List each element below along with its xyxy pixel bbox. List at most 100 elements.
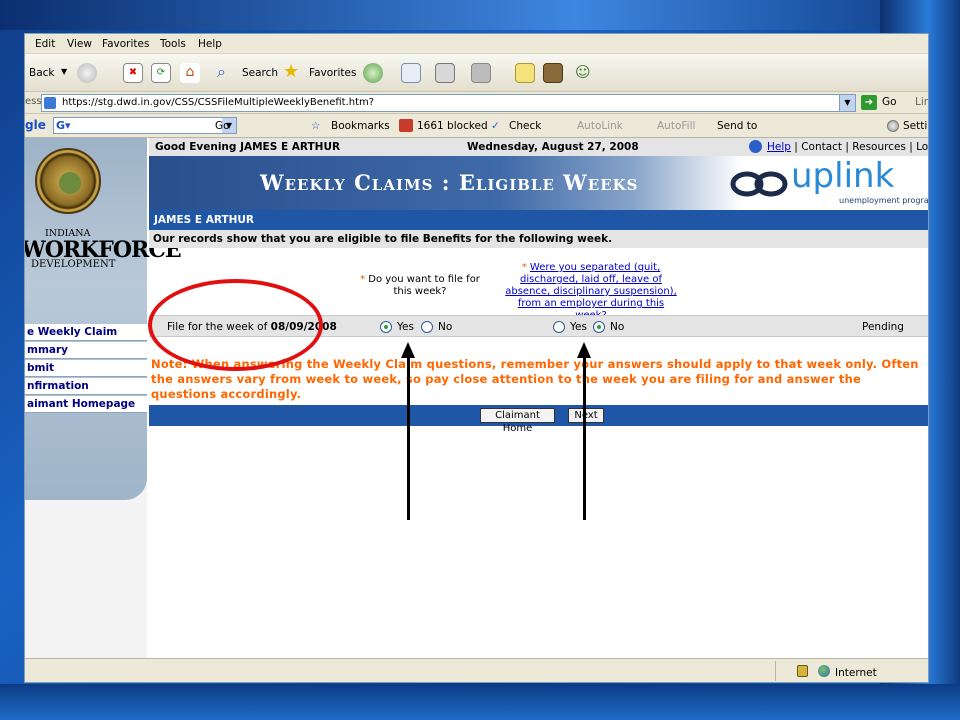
uplink-wordmark: uplink: [791, 156, 895, 196]
question-separated: * Were you separated (quit, discharged, …: [505, 262, 677, 322]
address-url: https://stg.dwd.in.gov/CSS/CSSFileMultip…: [62, 97, 375, 108]
autolink-button[interactable]: AutoLink: [577, 120, 623, 132]
help-icon[interactable]: [749, 140, 762, 153]
arrow-shaft-right: [583, 356, 586, 520]
messenger-icon[interactable]: ☺: [575, 63, 595, 83]
settings-icon[interactable]: [887, 120, 899, 132]
claimant-home-button[interactable]: Claimant Home: [480, 408, 555, 434]
greeting-bar: Good Evening JAMES E ARTHUR Wednesday, A…: [149, 138, 928, 156]
mail-icon[interactable]: [401, 63, 421, 83]
file-week-no-label[interactable]: No: [438, 321, 452, 333]
claimant-name: JAMES E ARTHUR: [154, 214, 255, 226]
forward-button-icon[interactable]: [77, 63, 97, 83]
resources-link[interactable]: Resources: [852, 141, 906, 153]
highlight-oval: [148, 279, 323, 371]
seal-center: [59, 172, 81, 194]
claimant-name-bar: JAMES E ARTHUR: [149, 210, 928, 230]
next-button[interactable]: Next: [568, 408, 604, 423]
back-button[interactable]: Back: [29, 67, 55, 79]
menu-view[interactable]: View: [67, 38, 92, 50]
uplink-subtitle: unemployment program: [839, 196, 929, 205]
popups-blocked-button[interactable]: 1661 blocked: [417, 120, 488, 132]
required-marker: *: [521, 262, 527, 273]
eligibility-message-bar: Our records show that you are eligible t…: [149, 230, 928, 248]
help-link[interactable]: Help: [767, 141, 791, 153]
sidebar: INDIANA WORKFORCE DEVELOPMENT e Weekly C…: [25, 138, 182, 658]
home-icon[interactable]: ⌂: [180, 63, 200, 83]
file-week-yes-radio[interactable]: [380, 321, 392, 333]
google-toolbar: gle G▾ ▼ Go ☆ Bookmarks 1661 blocked ✓ C…: [25, 114, 928, 138]
contact-link[interactable]: Contact: [801, 141, 842, 153]
arrow-up-icon: [577, 342, 591, 358]
menu-edit[interactable]: Edit: [35, 38, 55, 50]
menu-help[interactable]: Help: [198, 38, 222, 50]
file-week-no-radio[interactable]: [421, 321, 433, 333]
sidebar-link-weekly-claim[interactable]: e Weekly Claim: [25, 324, 147, 341]
page-icon: [44, 97, 56, 109]
go-button[interactable]: Go: [882, 96, 897, 108]
separated-yes-radio[interactable]: [553, 321, 565, 333]
sidebar-link-confirmation[interactable]: nfirmation: [25, 378, 147, 395]
sidebar-link-claimant-homepage[interactable]: aimant Homepage: [25, 396, 147, 413]
security-zone: Internet: [835, 667, 877, 679]
link-separator: |: [845, 141, 849, 153]
back-dropdown-icon[interactable]: ▼: [61, 67, 67, 76]
question-separated-link[interactable]: Were you separated (quit, discharged, la…: [505, 262, 677, 321]
autofill-button[interactable]: AutoFill: [657, 120, 695, 132]
separated-no-radio[interactable]: [593, 321, 605, 333]
google-logo[interactable]: gle: [25, 118, 46, 132]
slide-background-top: [0, 0, 960, 30]
chain-link-icon: [730, 171, 788, 197]
address-label: ess: [25, 96, 42, 107]
search-button[interactable]: Search: [242, 67, 278, 79]
menu-favorites[interactable]: Favorites: [102, 38, 149, 50]
google-search-input[interactable]: G▾ ▼: [53, 117, 237, 134]
browser-window: Edit View Favorites Tools Help Back ▼ ✖ …: [24, 33, 929, 683]
menu-tools[interactable]: Tools: [160, 38, 186, 50]
browser-status-bar: Internet: [25, 658, 928, 682]
spellcheck-button[interactable]: Check: [509, 120, 541, 132]
sidebar-link-summary[interactable]: mmary: [25, 342, 147, 359]
discuss-icon[interactable]: [515, 63, 535, 83]
favorites-button[interactable]: Favorites: [309, 67, 356, 79]
favorites-star-icon[interactable]: ★: [283, 63, 303, 83]
research-icon[interactable]: [543, 63, 563, 83]
status-divider: [775, 661, 776, 681]
address-input[interactable]: https://stg.dwd.in.gov/CSS/CSSFileMultip…: [41, 94, 856, 112]
spellcheck-icon[interactable]: ✓: [491, 120, 500, 132]
go-arrow-icon[interactable]: ➜: [861, 95, 877, 110]
bookmarks-star-icon[interactable]: ☆: [311, 120, 320, 132]
separated-no-label[interactable]: No: [610, 321, 624, 333]
slide-background-bottom: [0, 684, 960, 720]
menu-bar: Edit View Favorites Tools Help: [25, 34, 928, 54]
search-icon[interactable]: ⌕: [217, 63, 237, 83]
history-icon[interactable]: [363, 63, 383, 83]
globe-icon: [818, 665, 830, 677]
separated-yes-label[interactable]: Yes: [570, 321, 587, 333]
google-go-button[interactable]: Go: [215, 120, 230, 132]
settings-button[interactable]: Settir: [903, 120, 928, 132]
eligibility-message: Our records show that you are eligible t…: [153, 233, 613, 245]
sidebar-link-submit[interactable]: bmit: [25, 360, 147, 377]
action-button-bar: Claimant Home Next: [149, 405, 928, 434]
week-status: Pending: [862, 321, 904, 333]
standard-toolbar: Back ▼ ✖ ⟳ ⌂ ⌕ Search ★ Favorites ☺: [25, 54, 928, 92]
popup-blocker-icon: [399, 119, 413, 132]
print-icon[interactable]: [435, 63, 455, 83]
uplink-logo: uplink unemployment program: [729, 156, 929, 208]
links-label[interactable]: Lin: [915, 96, 928, 108]
bookmarks-button[interactable]: Bookmarks: [331, 120, 390, 132]
refresh-icon[interactable]: ⟳: [151, 63, 171, 83]
arrow-up-icon: [401, 342, 415, 358]
stop-icon[interactable]: ✖: [123, 63, 143, 83]
sidebar-panel: INDIANA WORKFORCE DEVELOPMENT: [25, 138, 182, 500]
address-dropdown-icon[interactable]: ▼: [839, 95, 855, 111]
lock-icon: [797, 665, 808, 677]
link-separator: |: [794, 141, 798, 153]
file-week-yes-label[interactable]: Yes: [397, 321, 414, 333]
page-banner: Weekly Claims : Eligible Weeks uplink un…: [149, 156, 929, 210]
send-to-button[interactable]: Send to: [717, 120, 757, 132]
edit-icon[interactable]: [471, 63, 491, 83]
question-file-this-week: * Do you want to file for this week?: [355, 274, 485, 298]
logoff-link[interactable]: Logoff: [916, 141, 928, 153]
